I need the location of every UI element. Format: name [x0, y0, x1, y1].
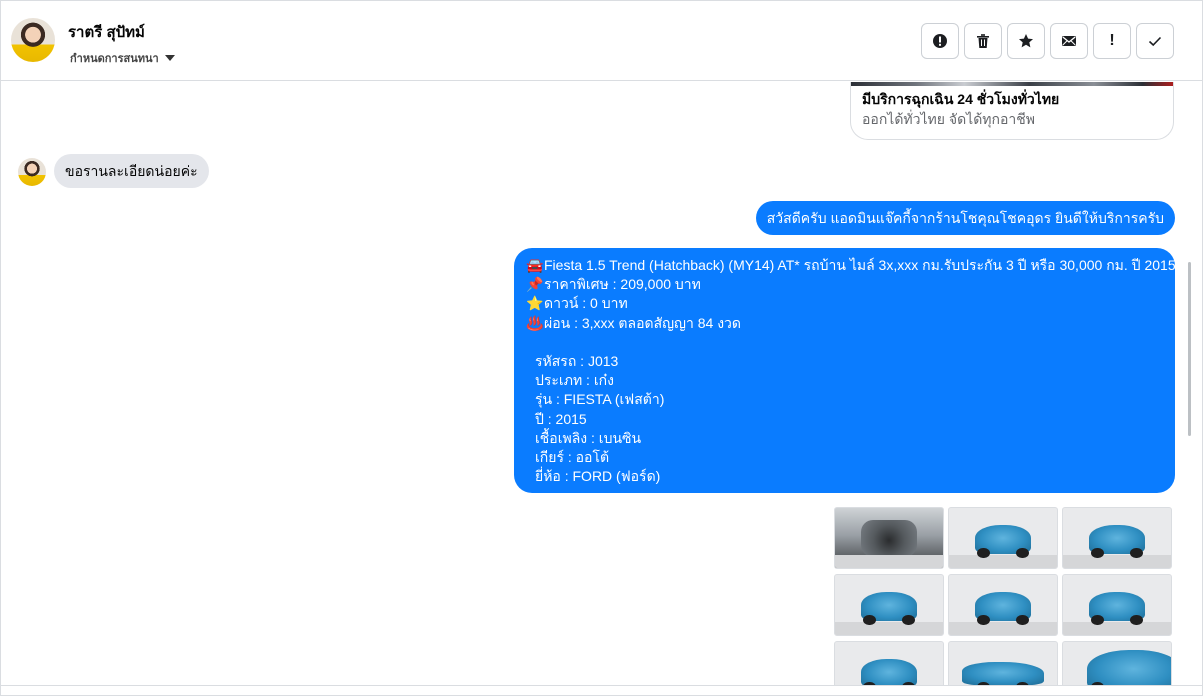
envelope-icon [1062, 36, 1076, 46]
outgoing-message-car-details[interactable]: 🚘Fiesta 1.5 Trend (Hatchback) (MY14) AT*… [514, 248, 1175, 493]
car-photo-front[interactable] [1062, 507, 1172, 569]
detail-line: ปี : 2015 [535, 410, 587, 427]
alert-circle-icon [933, 34, 947, 48]
star-emoji-icon: ⭐ [526, 295, 544, 312]
outgoing-message-greeting[interactable]: สวัสดีครับ แอดมินแจ๊คกี้จากร้านโชคุณโชคอ… [755, 201, 1175, 235]
contact-name[interactable]: ราตรี สุปัทม์ [68, 20, 145, 44]
car-photo-rear-left[interactable] [834, 641, 944, 687]
car-emoji-icon: 🚘 [526, 257, 544, 273]
detail-line: เกียร์ : ออโต้ [535, 448, 610, 465]
pushpin-emoji-icon: 📌 [526, 276, 544, 293]
car-photo-front-left[interactable] [948, 507, 1058, 569]
car-photo-engine[interactable] [834, 507, 944, 569]
conversation-schedule-dropdown[interactable]: กำหนดการสนทนา [70, 49, 175, 67]
report-button[interactable] [921, 23, 959, 59]
schedule-label: กำหนดการสนทนา [70, 53, 159, 65]
message-line: ♨️ผ่อน : 3,xxx ตลอดสัญญา 84 งวด [526, 314, 1165, 333]
conversation-toolbar: ! [921, 23, 1174, 59]
car-photo-closeup[interactable] [1062, 641, 1172, 687]
detail-line: รหัสรถ : J013 [535, 352, 619, 369]
photo-attachments-grid [834, 507, 1174, 687]
car-photo-front-right[interactable] [834, 574, 944, 636]
caret-down-icon [164, 55, 175, 61]
detail-line: รุ่น : FIESTA (เฟสต้า) [535, 391, 665, 408]
messenger-window: ราตรี สุปัทม์ กำหนดการสนทนา ! มีบริการฉุ… [0, 0, 1203, 696]
hot-springs-emoji-icon: ♨️ [526, 314, 544, 331]
thread-scrollbar[interactable] [1188, 262, 1191, 436]
link-preview-title: มีบริการฉุกเฉิน 24 ชั่วโมงทั่วไทย [862, 91, 1060, 107]
detail-line: เชื้อเพลิง : เบนซิน [535, 429, 642, 446]
trash-icon [977, 34, 989, 48]
detail-line: ยี่ห้อ : FORD (ฟอร์ด) [535, 468, 661, 485]
composer-edge [1, 685, 1202, 695]
check-icon [1148, 36, 1162, 47]
car-photo-side[interactable] [948, 641, 1058, 687]
message-line: ⭐ดาวน์ : 0 บาท [526, 294, 1165, 313]
conversation-header: ราตรี สุปัทม์ กำหนดการสนทนา ! [1, 1, 1202, 81]
car-photo-rear[interactable] [1062, 574, 1172, 636]
message-thread[interactable]: มีบริการฉุกเฉิน 24 ชั่วโมงทั่วไทย ออกได้… [1, 82, 1193, 687]
sender-avatar[interactable] [18, 158, 46, 186]
link-preview-image [851, 82, 1173, 86]
mark-important-button[interactable]: ! [1093, 23, 1131, 59]
incoming-message[interactable]: ขอรานละเอียดน่อยค่ะ [54, 154, 209, 188]
mark-done-button[interactable] [1136, 23, 1174, 59]
message-spacer [526, 333, 1165, 352]
star-icon [1019, 34, 1033, 48]
star-button[interactable] [1007, 23, 1045, 59]
contact-avatar[interactable] [11, 18, 55, 62]
mail-button[interactable] [1050, 23, 1088, 59]
message-line: 📌ราคาพิเศษ : 209,000 บาท [526, 275, 1165, 294]
detail-line: ประเภท : เก๋ง [535, 372, 614, 389]
delete-button[interactable] [964, 23, 1002, 59]
exclamation-icon: ! [1109, 32, 1115, 49]
link-preview-card[interactable]: มีบริการฉุกเฉิน 24 ชั่วโมงทั่วไทย ออกได้… [850, 82, 1174, 140]
message-line: 🚘Fiesta 1.5 Trend (Hatchback) (MY14) AT*… [526, 256, 1175, 275]
link-preview-subtitle: ออกได้ทั่วไทย จัดได้ทุกอาชีพ [862, 111, 1036, 127]
car-photo-rear-angle[interactable] [948, 574, 1058, 636]
